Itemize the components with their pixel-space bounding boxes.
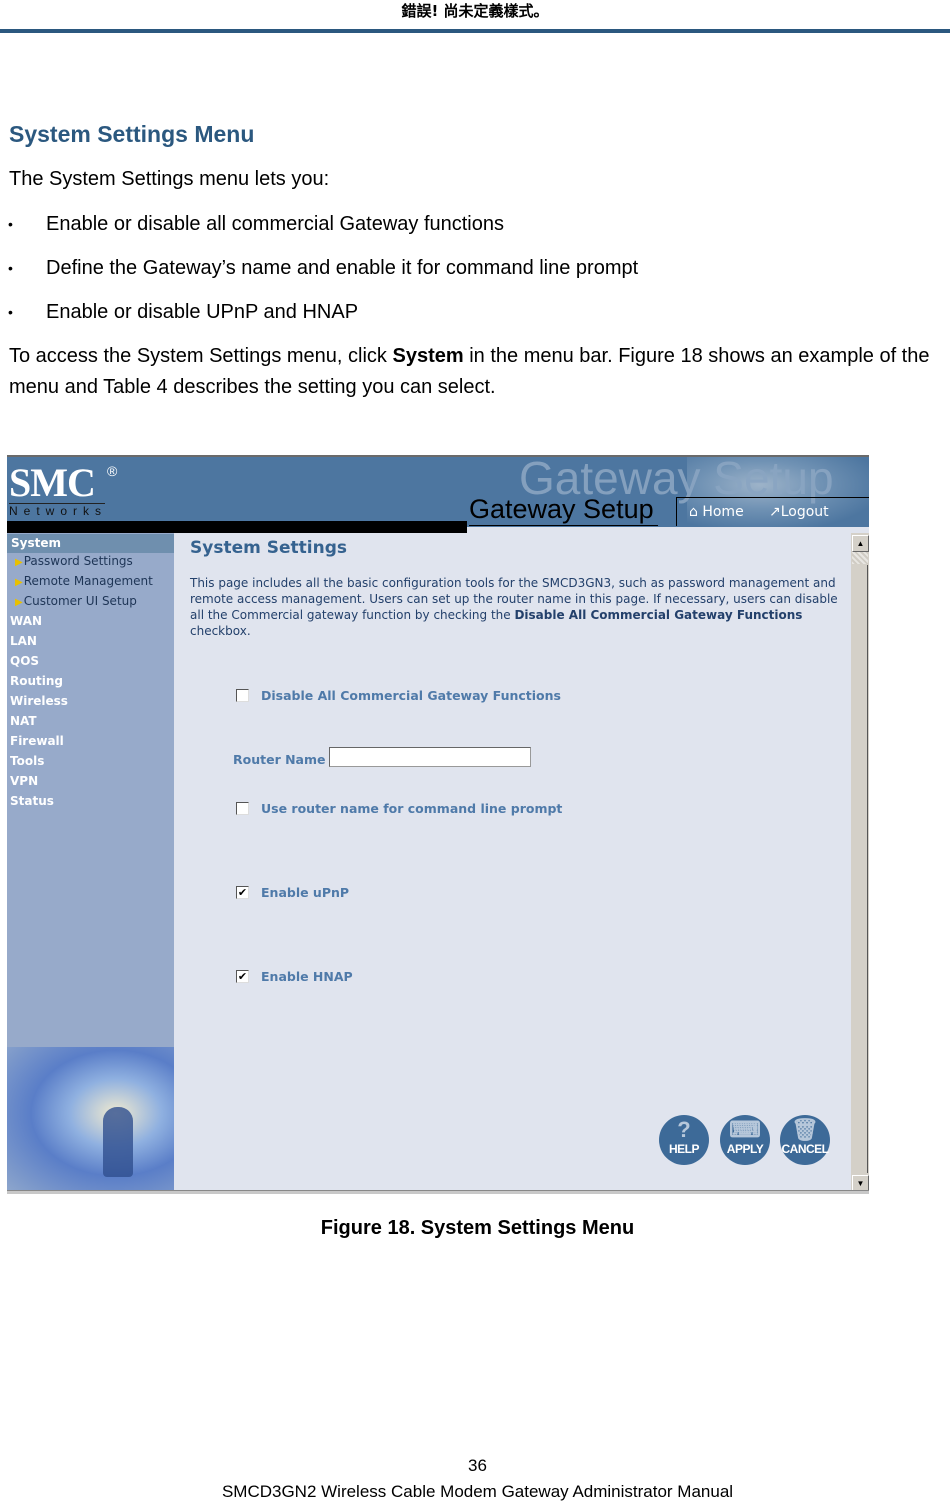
access-instructions: To access the System Settings menu, clic… bbox=[9, 341, 939, 403]
content-description: This page includes all the basic configu… bbox=[190, 575, 840, 639]
list-item-text: Define the Gateway’s name and enable it … bbox=[46, 257, 639, 279]
section-title: System Settings Menu bbox=[9, 121, 255, 147]
checkbox-label: Disable All Commercial Gateway Functions bbox=[261, 688, 561, 703]
subitem-label: Remote Management bbox=[23, 574, 153, 588]
list-item: • Define the Gateway’s name and enable it… bbox=[0, 251, 638, 295]
list-item-text: Enable or disable UPnP and HNAP bbox=[46, 301, 359, 323]
enable-upnp-row[interactable]: ✔ Enable uPnP bbox=[236, 885, 349, 900]
home-label: Home bbox=[702, 504, 744, 520]
sidebar-item-wan[interactable]: WAN bbox=[10, 614, 42, 628]
app-title: Gateway Setup bbox=[469, 494, 658, 526]
list-item-text: Enable or disable all commercial Gateway… bbox=[46, 213, 504, 235]
scroll-up-icon[interactable]: ▲ bbox=[852, 535, 869, 552]
list-item: • Enable or disable UPnP and HNAP bbox=[0, 295, 638, 339]
router-name-label: Router Name : bbox=[233, 752, 335, 767]
banner-bar bbox=[7, 521, 467, 533]
page-number: 36 bbox=[468, 1456, 487, 1475]
bullet-icon: • bbox=[8, 304, 13, 320]
help-button[interactable]: ? HELP bbox=[659, 1115, 709, 1165]
page-footer: SMCD3GN2 Wireless Cable Modem Gateway Ad… bbox=[221, 1482, 734, 1501]
disable-commercial-checkbox[interactable] bbox=[236, 689, 249, 702]
sidebar-item-vpn[interactable]: VPN bbox=[10, 774, 38, 788]
figure-screenshot: Gateway Setup SMC ® Networks Gateway Set… bbox=[7, 455, 869, 1194]
access-text: To access the System Settings menu, clic… bbox=[9, 345, 393, 367]
sidebar-subitem-remote-management[interactable]: ▶Remote Management bbox=[15, 574, 153, 588]
sidebar-item-nat[interactable]: NAT bbox=[10, 714, 37, 728]
checkbox-label: Use router name for command line prompt bbox=[261, 801, 563, 816]
sidebar-item-wireless[interactable]: Wireless bbox=[10, 694, 68, 708]
sidebar-photo bbox=[7, 1047, 174, 1194]
subitem-label: Password Settings bbox=[23, 554, 133, 568]
arrow-right-icon: ▶ bbox=[15, 557, 23, 568]
access-bold: System bbox=[392, 345, 464, 367]
cli-prompt-row[interactable]: Use router name for command line prompt bbox=[236, 801, 562, 816]
sidebar-item-status[interactable]: Status bbox=[10, 794, 54, 808]
logout-link[interactable]: ↗Logout bbox=[769, 504, 829, 520]
checkmark-icon: ✔ bbox=[237, 970, 248, 983]
disable-commercial-row[interactable]: Disable All Commercial Gateway Functions bbox=[236, 688, 561, 703]
logo-subtitle: Networks bbox=[9, 504, 108, 518]
registered-mark: ® bbox=[107, 463, 118, 479]
sidebar: System ▶Password Settings ▶Remote Manage… bbox=[7, 533, 174, 1194]
sidebar-subitem-customer-ui-setup[interactable]: ▶Customer UI Setup bbox=[15, 594, 137, 608]
checkbox-label: Enable uPnP bbox=[261, 885, 350, 900]
checkmark-icon: ✔ bbox=[237, 886, 248, 899]
desc-bold: Disable All Commercial Gateway Functions bbox=[514, 608, 803, 622]
sidebar-item-firewall[interactable]: Firewall bbox=[10, 734, 64, 748]
sidebar-item-system[interactable]: System bbox=[7, 534, 174, 553]
home-icon: ⌂ bbox=[689, 504, 698, 520]
logout-icon: ↗ bbox=[769, 504, 781, 520]
bullet-icon: • bbox=[8, 260, 13, 276]
running-header: 錯誤! 尚未定義樣式。 bbox=[401, 2, 549, 20]
bullet-icon: • bbox=[8, 216, 13, 232]
cli-prompt-checkbox[interactable] bbox=[236, 802, 249, 815]
content-panel: System Settings This page includes all t… bbox=[174, 533, 851, 1194]
app-banner: Gateway Setup SMC ® Networks Gateway Set… bbox=[7, 457, 869, 533]
home-link[interactable]: ⌂ Home bbox=[689, 504, 744, 520]
scroll-thumb[interactable] bbox=[852, 565, 868, 1173]
sidebar-subitem-password-settings[interactable]: ▶Password Settings bbox=[15, 554, 133, 568]
top-nav: ⌂ Home ↗Logout bbox=[676, 497, 869, 526]
person-silhouette bbox=[103, 1107, 133, 1177]
enable-upnp-checkbox[interactable]: ✔ bbox=[236, 886, 249, 899]
screenshot-bottom-edge bbox=[7, 1190, 869, 1194]
question-mark-icon: ? bbox=[677, 1117, 691, 1142]
subitem-label: Customer UI Setup bbox=[23, 594, 137, 608]
cancel-button[interactable]: 🗑 CANCEL bbox=[780, 1115, 830, 1165]
sidebar-item-lan[interactable]: LAN bbox=[10, 634, 37, 648]
intro-text: The System Settings menu lets you: bbox=[9, 168, 330, 190]
feature-list: • Enable or disable all commercial Gatewa… bbox=[0, 207, 638, 339]
sidebar-item-routing[interactable]: Routing bbox=[10, 674, 63, 688]
arrow-right-icon: ▶ bbox=[15, 597, 23, 608]
checkbox-label: Enable HNAP bbox=[261, 969, 353, 984]
sidebar-item-tools[interactable]: Tools bbox=[10, 754, 44, 768]
trash-icon: 🗑 bbox=[791, 1117, 819, 1142]
apply-button[interactable]: ⌨ APPLY bbox=[720, 1115, 770, 1165]
sidebar-item-qos[interactable]: QOS bbox=[10, 654, 39, 668]
mouse-icon: ⌨ bbox=[729, 1117, 761, 1142]
smc-logo: SMC bbox=[9, 460, 96, 505]
figure-caption: Figure 18. System Settings Menu bbox=[320, 1217, 635, 1239]
router-name-input[interactable] bbox=[329, 747, 531, 767]
scroll-track[interactable] bbox=[852, 552, 868, 564]
button-label: HELP bbox=[668, 1142, 700, 1156]
header-rule bbox=[0, 29, 950, 33]
button-label: APPLY bbox=[726, 1142, 764, 1156]
list-item: • Enable or disable all commercial Gatewa… bbox=[0, 207, 638, 251]
vertical-scrollbar[interactable]: ▲ ▼ bbox=[851, 533, 869, 1194]
button-label: CANCEL bbox=[781, 1142, 830, 1156]
logout-label: Logout bbox=[780, 504, 829, 520]
content-title: System Settings bbox=[190, 538, 347, 558]
enable-hnap-row[interactable]: ✔ Enable HNAP bbox=[236, 969, 353, 984]
arrow-right-icon: ▶ bbox=[15, 577, 23, 588]
desc-text-end: checkbox. bbox=[190, 624, 251, 638]
enable-hnap-checkbox[interactable]: ✔ bbox=[236, 970, 249, 983]
